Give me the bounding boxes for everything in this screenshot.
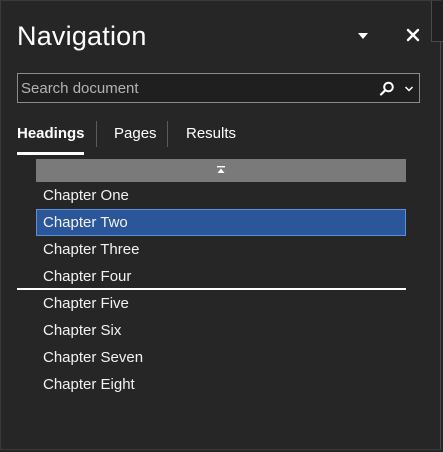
heading-item[interactable]: Chapter One [36,182,406,209]
heading-item[interactable]: Chapter Four [36,263,406,290]
chevron-down-icon[interactable] [403,83,415,95]
tab-separator [167,121,168,147]
nav-tabs: Headings Pages Results [17,119,427,155]
tab-headings[interactable]: Headings [17,119,85,149]
search-box [17,73,420,103]
pane-edge [431,1,443,42]
heading-item[interactable]: Chapter Five [36,290,406,317]
heading-item[interactable]: Chapter Seven [36,344,406,371]
tab-separator [96,121,97,147]
tab-pages[interactable]: Pages [114,119,157,149]
active-tab-indicator [17,152,84,155]
tab-results[interactable]: Results [186,119,236,149]
pane-title: Navigation [17,21,147,51]
search-input[interactable] [18,74,370,102]
caret-down-icon[interactable] [356,29,370,43]
heading-item[interactable]: Chapter Eight [36,371,406,398]
heading-item[interactable]: Chapter Three [36,236,406,263]
search-icon[interactable] [378,80,396,98]
heading-item-selected[interactable]: Chapter Two [36,209,406,236]
collapse-up-icon [217,166,225,173]
close-icon[interactable] [404,26,422,44]
heading-item[interactable]: Chapter Six [36,317,406,344]
collapse-all-bar[interactable] [36,159,406,182]
navigation-pane: Navigation Headings Pages Results Chapte… [0,0,443,450]
